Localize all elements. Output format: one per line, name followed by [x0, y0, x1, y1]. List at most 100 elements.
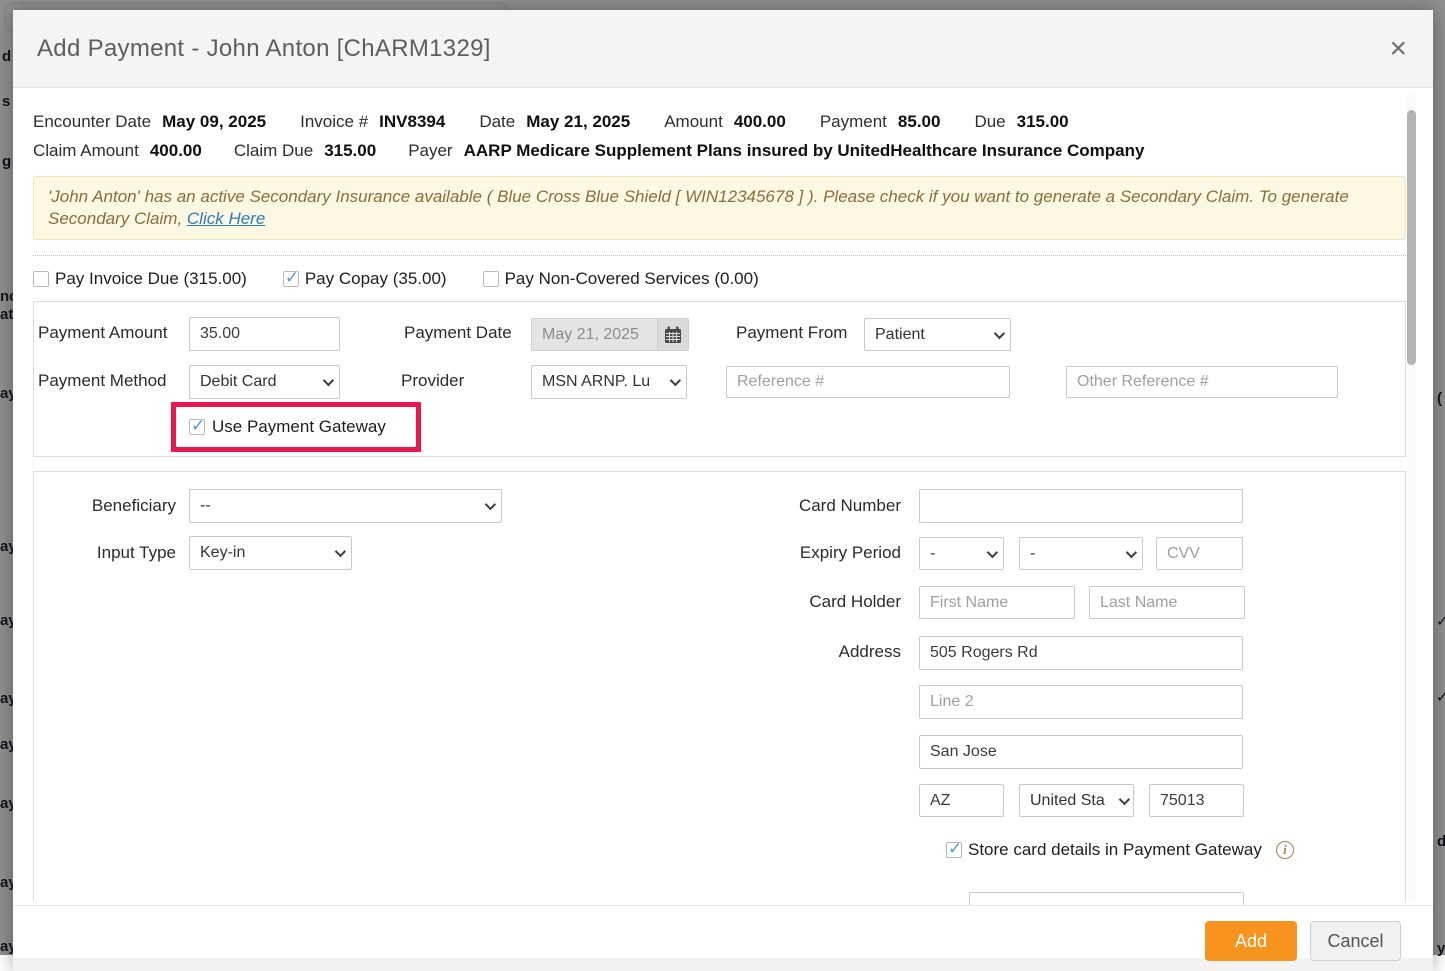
card-holder-label: Card Holder [634, 585, 901, 619]
amount-label: Amount [664, 112, 723, 132]
pay-non-covered-option: Pay Non-Covered Services (0.00) [483, 269, 759, 289]
dialog-header: Add Payment - John Anton [ChARM1329] [13, 10, 1433, 88]
expiry-month-select[interactable]: - [919, 537, 1004, 570]
invoice-number-value: INV8394 [379, 112, 445, 132]
invoice-number-label: Invoice # [300, 112, 368, 132]
dotted-divider [33, 255, 1406, 256]
beneficiary-select[interactable]: -- [189, 489, 502, 523]
beneficiary-value: -- [200, 497, 479, 515]
payment-date-field: May 21, 2025 [531, 318, 689, 351]
payment-method-label: Payment Method [38, 364, 167, 398]
provider-label: Provider [401, 364, 464, 398]
expiry-period-label: Expiry Period [634, 536, 901, 570]
info-icon[interactable] [1276, 841, 1294, 859]
store-card-checkbox[interactable] [946, 842, 962, 858]
pay-copay-option: Pay Copay (35.00) [283, 269, 447, 289]
pay-invoice-due-checkbox[interactable] [33, 271, 49, 287]
due-value: 315.00 [1017, 112, 1069, 132]
use-payment-gateway-checkbox[interactable] [189, 419, 205, 435]
calendar-icon [664, 326, 682, 344]
payment-amount-label: Payment Amount [38, 316, 167, 350]
payer-label: Payer [408, 141, 452, 161]
encounter-date-label: Encounter Date [33, 112, 151, 132]
state-input[interactable] [919, 784, 1004, 817]
dialog-body: Encounter Date May 09, 2025 Invoice # INV8… [13, 88, 1433, 905]
pay-copay-checkbox[interactable] [283, 271, 299, 287]
claim-amount-label: Claim Amount [33, 141, 139, 161]
claim-due-label: Claim Due [234, 141, 313, 161]
chevron-down-icon [335, 546, 346, 557]
pay-non-covered-checkbox[interactable] [483, 271, 499, 287]
pay-non-covered-label: Pay Non-Covered Services (0.00) [505, 269, 759, 289]
scrollbar-thumb[interactable] [1407, 110, 1416, 365]
chevron-down-icon [485, 499, 496, 510]
add-payment-dialog: Add Payment - John Anton [ChARM1329] Enc… [13, 10, 1433, 970]
expiry-month-value: - [930, 545, 981, 563]
address-label: Address [634, 635, 901, 669]
partial-hidden-input[interactable] [969, 892, 1244, 905]
other-reference-input[interactable] [1066, 366, 1338, 398]
calendar-button[interactable] [657, 319, 688, 350]
pay-copay-label: Pay Copay (35.00) [305, 269, 447, 289]
country-value: United Sta [1030, 792, 1113, 810]
encounter-date-value: May 09, 2025 [162, 112, 266, 132]
card-number-input[interactable] [919, 489, 1243, 523]
provider-select[interactable]: MSN ARNP. Lu [531, 365, 687, 399]
store-card-label: Store card details in Payment Gateway [968, 840, 1262, 860]
expiry-year-value: - [1030, 545, 1120, 563]
claim-due-value: 315.00 [324, 141, 376, 161]
payer-value: AARP Medicare Supplement Plans insured b… [464, 141, 1145, 161]
last-name-input[interactable] [1089, 586, 1245, 619]
address-line2-input[interactable] [919, 685, 1243, 719]
provider-value: MSN ARNP. Lu [542, 373, 664, 391]
chevron-down-icon [1119, 793, 1130, 804]
city-input[interactable] [919, 735, 1243, 769]
payment-date-label: Payment Date [404, 316, 512, 350]
payment-label: Payment [820, 112, 887, 132]
chevron-down-icon [1126, 546, 1137, 557]
pay-options-row: Pay Invoice Due (315.00) Pay Copay (35.0… [33, 269, 1406, 289]
card-number-label: Card Number [634, 489, 901, 523]
generate-secondary-claim-link[interactable]: Click Here [187, 209, 265, 228]
invoice-summary-row: Encounter Date May 09, 2025 Invoice # INV8… [33, 112, 1406, 132]
pay-invoice-due-option: Pay Invoice Due (315.00) [33, 269, 247, 289]
beneficiary-label: Beneficiary [34, 489, 176, 523]
payment-date-value: May 21, 2025 [532, 319, 657, 350]
payment-from-value: Patient [875, 326, 988, 344]
invoice-date-label: Date [479, 112, 515, 132]
payment-method-value: Debit Card [200, 373, 317, 391]
claim-amount-value: 400.00 [150, 141, 202, 161]
chevron-down-icon [994, 327, 1005, 338]
close-icon[interactable] [1389, 10, 1407, 88]
chevron-down-icon [323, 375, 334, 386]
payment-amount-input[interactable] [189, 317, 340, 351]
card-details-section: Beneficiary -- Input Type Key-in Card Nu… [33, 471, 1406, 901]
secondary-insurance-notice: 'John Anton' has an active Secondary Ins… [33, 176, 1406, 240]
country-select[interactable]: United Sta [1019, 784, 1134, 817]
store-card-option: Store card details in Payment Gateway [946, 840, 1294, 860]
expiry-year-select[interactable]: - [1019, 537, 1143, 570]
input-type-label: Input Type [34, 536, 176, 570]
payment-method-select[interactable]: Debit Card [189, 365, 340, 399]
cancel-button[interactable]: Cancel [1310, 921, 1401, 961]
invoice-date-value: May 21, 2025 [526, 112, 630, 132]
payment-details-section: Payment Amount Payment Date May 21, 2025 [33, 301, 1406, 457]
payment-from-select[interactable]: Patient [864, 318, 1011, 351]
first-name-input[interactable] [919, 586, 1075, 619]
use-payment-gateway-label: Use Payment Gateway [212, 417, 386, 437]
chevron-down-icon [987, 546, 998, 557]
dialog-footer: Add Cancel [13, 905, 1433, 970]
input-type-value: Key-in [200, 544, 329, 562]
address-line1-input[interactable] [919, 636, 1243, 670]
cvv-input[interactable] [1156, 537, 1243, 570]
zip-input[interactable] [1149, 784, 1244, 817]
payment-value: 85.00 [898, 112, 941, 132]
due-label: Due [974, 112, 1005, 132]
amount-value: 400.00 [734, 112, 786, 132]
use-payment-gateway-highlight: Use Payment Gateway [171, 402, 421, 452]
reference-number-input[interactable] [726, 366, 1010, 398]
input-type-select[interactable]: Key-in [189, 536, 352, 570]
add-button[interactable]: Add [1205, 921, 1297, 961]
payment-from-label: Payment From [736, 316, 847, 350]
pay-invoice-due-label: Pay Invoice Due (315.00) [55, 269, 247, 289]
